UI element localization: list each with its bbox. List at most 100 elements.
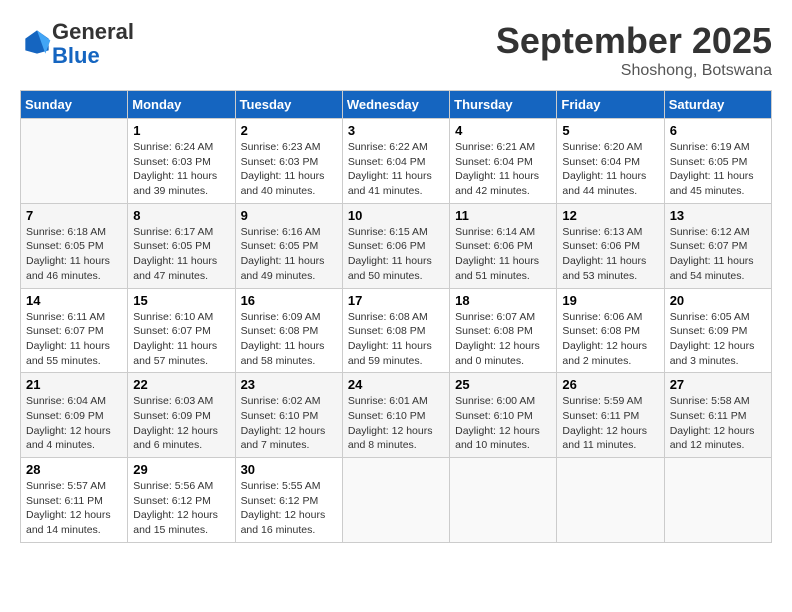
- calendar-cell: 18Sunrise: 6:07 AMSunset: 6:08 PMDayligh…: [450, 288, 557, 373]
- weekday-header-monday: Monday: [128, 91, 235, 119]
- day-info: Sunrise: 5:55 AMSunset: 6:12 PMDaylight:…: [241, 479, 337, 538]
- calendar-cell: 27 Sunrise: 5:58 AMSunset: 6:11 PMDayligh…: [664, 373, 771, 458]
- day-number: 23: [241, 377, 337, 392]
- day-number: 18: [455, 293, 551, 308]
- day-info: Sunrise: 5:57 AMSunset: 6:11 PMDaylight:…: [26, 479, 122, 538]
- weekday-header-wednesday: Wednesday: [342, 91, 449, 119]
- calendar-week-5: 28Sunrise: 5:57 AMSunset: 6:11 PMDayligh…: [21, 458, 772, 543]
- calendar-cell: 21Sunrise: 6:04 AMSunset: 6:09 PMDayligh…: [21, 373, 128, 458]
- calendar-cell: 4Sunrise: 6:21 AMSunset: 6:04 PMDaylight…: [450, 119, 557, 204]
- calendar-cell: 3 Sunrise: 6:22 AMSunset: 6:04 PMDaylight…: [342, 119, 449, 204]
- day-number: 8: [133, 208, 229, 223]
- calendar-cell: [342, 458, 449, 543]
- weekday-header-tuesday: Tuesday: [235, 91, 342, 119]
- weekday-header-friday: Friday: [557, 91, 664, 119]
- day-number: 15: [133, 293, 229, 308]
- page-header: General Blue September 2025 Shoshong, Bo…: [20, 20, 772, 80]
- day-number: 27: [670, 377, 766, 392]
- calendar-cell: [664, 458, 771, 543]
- day-info: Sunrise: 5:56 AMSunset: 6:12 PMDaylight:…: [133, 479, 229, 538]
- day-number: 19: [562, 293, 658, 308]
- calendar-cell: 30 Sunrise: 5:55 AMSunset: 6:12 PMDayligh…: [235, 458, 342, 543]
- day-info: Sunrise: 6:06 AMSunset: 6:08 PMDaylight:…: [562, 310, 658, 369]
- day-info: Sunrise: 6:16 AMSunset: 6:05 PMDaylight:…: [241, 225, 337, 284]
- day-info: Sunrise: 6:02 AMSunset: 6:10 PMDaylight:…: [241, 394, 337, 453]
- day-number: 7: [26, 208, 122, 223]
- day-number: 9: [241, 208, 337, 223]
- day-info: Sunrise: 6:14 AMSunset: 6:06 PMDaylight:…: [455, 225, 551, 284]
- calendar-header-row: SundayMondayTuesdayWednesdayThursdayFrid…: [21, 91, 772, 119]
- weekday-header-thursday: Thursday: [450, 91, 557, 119]
- logo-blue-text: Blue: [52, 43, 100, 68]
- day-number: 25: [455, 377, 551, 392]
- calendar-cell: 15 Sunrise: 6:10 AMSunset: 6:07 PMDayligh…: [128, 288, 235, 373]
- day-number: 17: [348, 293, 444, 308]
- day-info: Sunrise: 5:58 AMSunset: 6:11 PMDaylight:…: [670, 394, 766, 453]
- day-number: 6: [670, 123, 766, 138]
- day-info: Sunrise: 6:05 AMSunset: 6:09 PMDaylight:…: [670, 310, 766, 369]
- day-info: Sunrise: 6:24 AMSunset: 6:03 PMDaylight:…: [133, 140, 229, 199]
- calendar-cell: 24Sunrise: 6:01 AMSunset: 6:10 PMDayligh…: [342, 373, 449, 458]
- calendar-week-3: 14 Sunrise: 6:11 AMSunset: 6:07 PMDayligh…: [21, 288, 772, 373]
- day-info: Sunrise: 6:10 AMSunset: 6:07 PMDaylight:…: [133, 310, 229, 369]
- day-number: 11: [455, 208, 551, 223]
- day-number: 2: [241, 123, 337, 138]
- logo-general-text: General: [52, 19, 134, 44]
- day-info: Sunrise: 6:22 AMSunset: 6:04 PMDaylight:…: [348, 140, 444, 199]
- day-info: Sunrise: 6:23 AMSunset: 6:03 PMDaylight:…: [241, 140, 337, 199]
- calendar-cell: 7 Sunrise: 6:18 AMSunset: 6:05 PMDaylight…: [21, 203, 128, 288]
- calendar-cell: [21, 119, 128, 204]
- day-number: 30: [241, 462, 337, 477]
- calendar-cell: 16 Sunrise: 6:09 AMSunset: 6:08 PMDayligh…: [235, 288, 342, 373]
- calendar-cell: 10Sunrise: 6:15 AMSunset: 6:06 PMDayligh…: [342, 203, 449, 288]
- day-number: 21: [26, 377, 122, 392]
- calendar-week-1: 1Sunrise: 6:24 AMSunset: 6:03 PMDaylight…: [21, 119, 772, 204]
- day-number: 26: [562, 377, 658, 392]
- weekday-header-saturday: Saturday: [664, 91, 771, 119]
- calendar-cell: 25 Sunrise: 6:00 AMSunset: 6:10 PMDayligh…: [450, 373, 557, 458]
- calendar-cell: 23 Sunrise: 6:02 AMSunset: 6:10 PMDayligh…: [235, 373, 342, 458]
- calendar-cell: 14 Sunrise: 6:11 AMSunset: 6:07 PMDayligh…: [21, 288, 128, 373]
- day-info: Sunrise: 6:21 AMSunset: 6:04 PMDaylight:…: [455, 140, 551, 199]
- day-info: Sunrise: 6:09 AMSunset: 6:08 PMDaylight:…: [241, 310, 337, 369]
- calendar-cell: 28Sunrise: 5:57 AMSunset: 6:11 PMDayligh…: [21, 458, 128, 543]
- calendar-cell: 2 Sunrise: 6:23 AMSunset: 6:03 PMDaylight…: [235, 119, 342, 204]
- calendar-cell: 26Sunrise: 5:59 AMSunset: 6:11 PMDayligh…: [557, 373, 664, 458]
- calendar-cell: 11 Sunrise: 6:14 AMSunset: 6:06 PMDayligh…: [450, 203, 557, 288]
- calendar-cell: 1Sunrise: 6:24 AMSunset: 6:03 PMDaylight…: [128, 119, 235, 204]
- calendar-cell: [450, 458, 557, 543]
- calendar-cell: 5Sunrise: 6:20 AMSunset: 6:04 PMDaylight…: [557, 119, 664, 204]
- day-info: Sunrise: 6:03 AMSunset: 6:09 PMDaylight:…: [133, 394, 229, 453]
- day-number: 13: [670, 208, 766, 223]
- day-info: Sunrise: 6:01 AMSunset: 6:10 PMDaylight:…: [348, 394, 444, 453]
- title-block: September 2025 Shoshong, Botswana: [496, 20, 772, 80]
- calendar-week-4: 21Sunrise: 6:04 AMSunset: 6:09 PMDayligh…: [21, 373, 772, 458]
- day-info: Sunrise: 6:11 AMSunset: 6:07 PMDaylight:…: [26, 310, 122, 369]
- day-info: Sunrise: 6:19 AMSunset: 6:05 PMDaylight:…: [670, 140, 766, 199]
- day-info: Sunrise: 6:13 AMSunset: 6:06 PMDaylight:…: [562, 225, 658, 284]
- calendar-cell: 9 Sunrise: 6:16 AMSunset: 6:05 PMDaylight…: [235, 203, 342, 288]
- day-number: 29: [133, 462, 229, 477]
- logo: General Blue: [20, 20, 134, 68]
- day-number: 16: [241, 293, 337, 308]
- day-info: Sunrise: 6:12 AMSunset: 6:07 PMDaylight:…: [670, 225, 766, 284]
- logo-icon: [22, 27, 52, 57]
- day-info: Sunrise: 6:17 AMSunset: 6:05 PMDaylight:…: [133, 225, 229, 284]
- day-info: Sunrise: 6:18 AMSunset: 6:05 PMDaylight:…: [26, 225, 122, 284]
- calendar-cell: 12Sunrise: 6:13 AMSunset: 6:06 PMDayligh…: [557, 203, 664, 288]
- day-number: 20: [670, 293, 766, 308]
- calendar-cell: 8 Sunrise: 6:17 AMSunset: 6:05 PMDaylight…: [128, 203, 235, 288]
- weekday-header-sunday: Sunday: [21, 91, 128, 119]
- calendar-body: 1Sunrise: 6:24 AMSunset: 6:03 PMDaylight…: [21, 119, 772, 543]
- calendar-cell: 19 Sunrise: 6:06 AMSunset: 6:08 PMDayligh…: [557, 288, 664, 373]
- calendar-week-2: 7 Sunrise: 6:18 AMSunset: 6:05 PMDaylight…: [21, 203, 772, 288]
- calendar-cell: [557, 458, 664, 543]
- day-number: 3: [348, 123, 444, 138]
- day-info: Sunrise: 6:00 AMSunset: 6:10 PMDaylight:…: [455, 394, 551, 453]
- month-title: September 2025: [496, 20, 772, 62]
- calendar-cell: 17Sunrise: 6:08 AMSunset: 6:08 PMDayligh…: [342, 288, 449, 373]
- day-number: 14: [26, 293, 122, 308]
- calendar-cell: 6 Sunrise: 6:19 AMSunset: 6:05 PMDaylight…: [664, 119, 771, 204]
- day-info: Sunrise: 6:20 AMSunset: 6:04 PMDaylight:…: [562, 140, 658, 199]
- calendar-cell: 22Sunrise: 6:03 AMSunset: 6:09 PMDayligh…: [128, 373, 235, 458]
